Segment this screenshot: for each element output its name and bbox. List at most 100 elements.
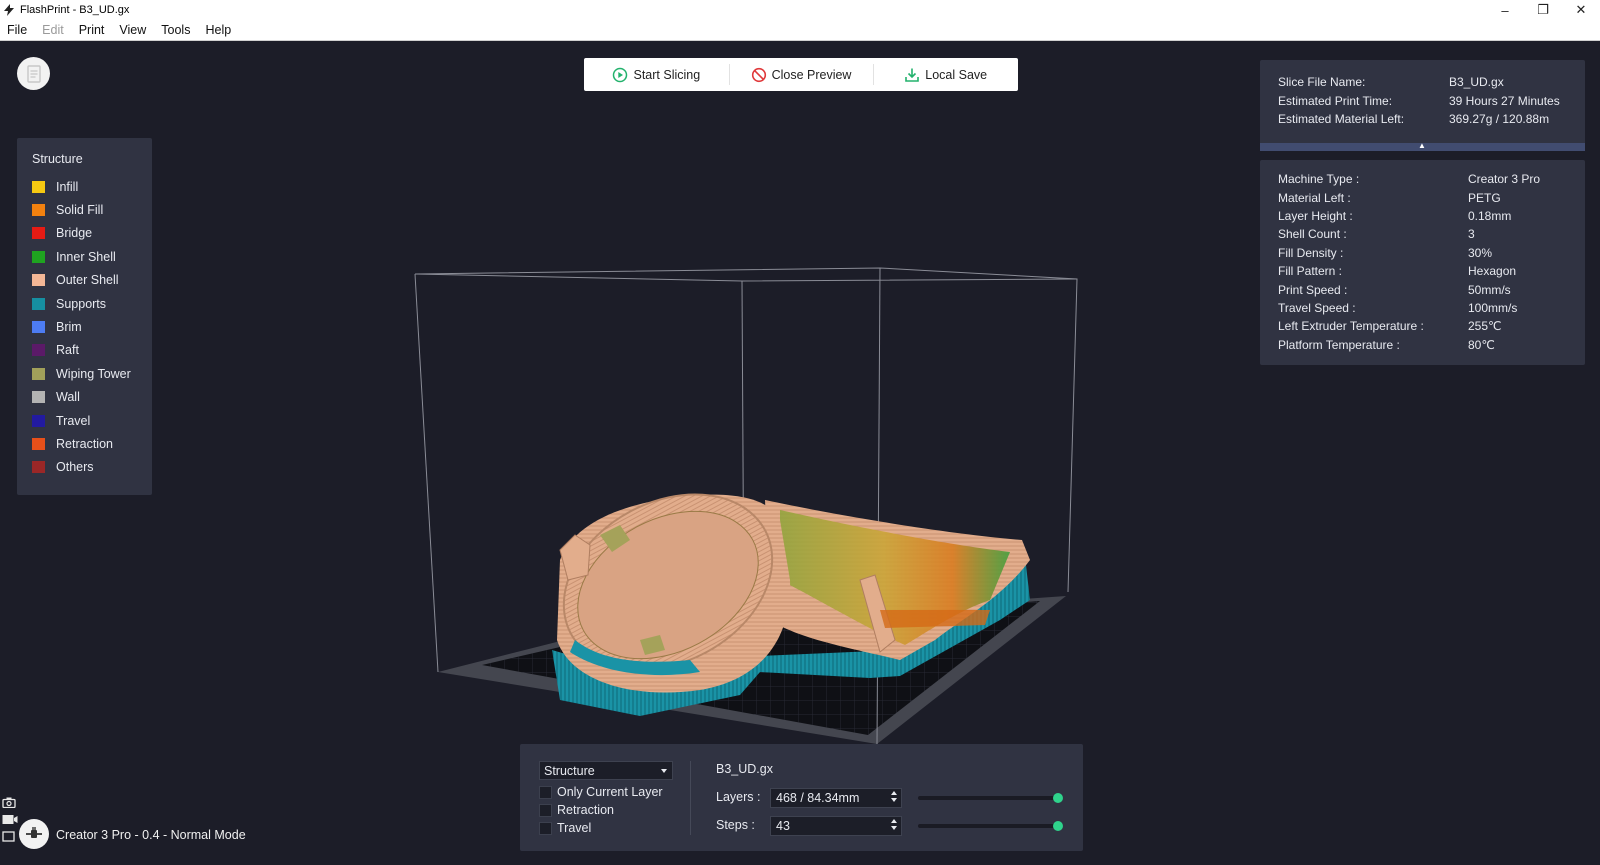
- info-row: Slice File Name: B3_UD.gx: [1278, 73, 1585, 91]
- arrow-up-icon[interactable]: [891, 819, 897, 823]
- minimize-button[interactable]: –: [1486, 0, 1524, 20]
- legend-item-wiping-tower: Wiping Tower: [32, 362, 152, 385]
- chevron-down-icon: [661, 769, 667, 773]
- local-save-button[interactable]: Local Save: [873, 58, 1018, 91]
- only-current-layer-checkbox[interactable]: Only Current Layer: [539, 785, 663, 799]
- display-mode-select[interactable]: Structure: [539, 761, 673, 780]
- menu-file[interactable]: File: [7, 23, 27, 37]
- play-circle-icon: [613, 67, 628, 82]
- layers-spinbox[interactable]: 468 / 84.34mm: [770, 788, 902, 808]
- legend-swatch: [32, 344, 45, 357]
- camera-icon[interactable]: [2, 797, 20, 811]
- legend-item-supports: Supports: [32, 292, 152, 315]
- legend-label: Infill: [56, 179, 79, 194]
- steps-slider[interactable]: [918, 821, 1063, 831]
- steps-slider-knob[interactable]: [1053, 821, 1063, 831]
- spin-arrows[interactable]: [891, 819, 897, 830]
- menu-edit[interactable]: Edit: [42, 23, 64, 37]
- local-save-label: Local Save: [925, 67, 988, 82]
- collapse-bar[interactable]: ▲: [1260, 142, 1585, 151]
- info-row: Travel Speed : 100mm/s: [1278, 299, 1585, 317]
- legend-label: Inner Shell: [56, 249, 116, 264]
- legend-swatch: [32, 297, 45, 310]
- layers-slider[interactable]: [918, 793, 1063, 803]
- steps-value: 43: [776, 819, 790, 833]
- checkbox-label: Only Current Layer: [557, 785, 663, 799]
- arrow-up-icon[interactable]: [891, 791, 897, 795]
- title-bar: FlashPrint - B3_UD.gx – ❐ ✕: [0, 0, 1600, 20]
- info-value: 100mm/s: [1468, 300, 1518, 315]
- arrow-down-icon[interactable]: [891, 826, 897, 830]
- video-icon[interactable]: [2, 814, 20, 828]
- arrow-down-icon[interactable]: [891, 798, 897, 802]
- info-key: Machine Type :: [1278, 172, 1360, 187]
- travel-checkbox[interactable]: Travel: [539, 821, 591, 835]
- info-value: PETG: [1468, 190, 1501, 205]
- close-preview-button[interactable]: Close Preview: [728, 58, 874, 91]
- legend-swatch: [32, 367, 45, 380]
- menu-help[interactable]: Help: [205, 23, 231, 37]
- legend-label: Retraction: [56, 436, 113, 451]
- legend-swatch: [32, 227, 45, 240]
- restore-button[interactable]: ❐: [1524, 0, 1562, 20]
- info-row: Estimated Material Left: 369.27g / 120.88…: [1278, 110, 1585, 128]
- legend-label: Wiping Tower: [56, 366, 131, 381]
- checkbox-box[interactable]: [539, 785, 552, 799]
- legend-item-others: Others: [32, 456, 152, 479]
- legend-item-travel: Travel: [32, 409, 152, 432]
- info-key: Layer Height :: [1278, 208, 1353, 223]
- legend-item-retraction: Retraction: [32, 432, 152, 455]
- view-tools: [2, 797, 20, 848]
- steps-spinbox[interactable]: 43: [770, 816, 902, 836]
- layer-preview-panel: Structure Only Current Layer Retraction …: [520, 744, 1083, 851]
- legend-item-brim: Brim: [32, 315, 152, 338]
- legend-swatch: [32, 414, 45, 427]
- info-row: Estimated Print Time: 39 Hours 27 Minutes: [1278, 91, 1585, 109]
- close-button[interactable]: ✕: [1562, 0, 1600, 20]
- info-value: 369.27g / 120.88m: [1449, 111, 1550, 126]
- plug-icon: [26, 827, 42, 838]
- legend-swatch: [32, 250, 45, 263]
- layers-slider-knob[interactable]: [1053, 793, 1063, 803]
- info-value: 0.18mm: [1468, 208, 1512, 223]
- legend-label: Brim: [56, 320, 82, 335]
- info-row: Machine Type : Creator 3 Pro: [1278, 170, 1585, 188]
- machine-connection-button[interactable]: [19, 819, 49, 849]
- retraction-checkbox[interactable]: Retraction: [539, 803, 614, 817]
- document-icon: [26, 64, 41, 83]
- legend-item-bridge: Bridge: [32, 222, 152, 245]
- menu-tools[interactable]: Tools: [161, 23, 190, 37]
- info-row: Platform Temperature : 80℃: [1278, 336, 1585, 354]
- legend-label: Wall: [56, 390, 80, 405]
- collapse-caret-icon[interactable]: ▲: [1418, 142, 1426, 150]
- legend-label: Solid Fill: [56, 203, 104, 218]
- info-value: 50mm/s: [1468, 282, 1511, 297]
- info-row: Fill Pattern : Hexagon: [1278, 262, 1585, 280]
- flashprint-logo-icon: [4, 4, 14, 16]
- window-title: FlashPrint - B3_UD.gx: [20, 4, 130, 16]
- info-key: Shell Count :: [1278, 227, 1347, 242]
- legend-item-inner-shell: Inner Shell: [32, 245, 152, 268]
- menu-view[interactable]: View: [119, 23, 146, 37]
- start-slicing-label: Start Slicing: [633, 67, 701, 82]
- menu-print[interactable]: Print: [79, 23, 105, 37]
- divider: [690, 761, 691, 835]
- spin-arrows[interactable]: [891, 791, 897, 802]
- legend-label: Bridge: [56, 226, 93, 241]
- checkbox-label: Travel: [557, 821, 592, 835]
- legend-label: Outer Shell: [56, 273, 119, 288]
- checkbox-box[interactable]: [539, 803, 552, 817]
- legend-title: Structure: [32, 152, 83, 166]
- frame-icon[interactable]: [2, 831, 20, 845]
- file-info-button[interactable]: [17, 57, 50, 90]
- checkbox-box[interactable]: [539, 821, 552, 835]
- legend-label: Raft: [56, 343, 79, 358]
- legend-swatch: [32, 274, 45, 287]
- info-key: Fill Density :: [1278, 245, 1344, 260]
- info-key: Travel Speed :: [1278, 300, 1356, 315]
- legend-label: Others: [56, 460, 94, 475]
- start-slicing-button[interactable]: Start Slicing: [584, 58, 729, 91]
- info-value: 3: [1468, 227, 1475, 242]
- info-key: Estimated Material Left:: [1278, 111, 1405, 126]
- info-row: Shell Count : 3: [1278, 225, 1585, 243]
